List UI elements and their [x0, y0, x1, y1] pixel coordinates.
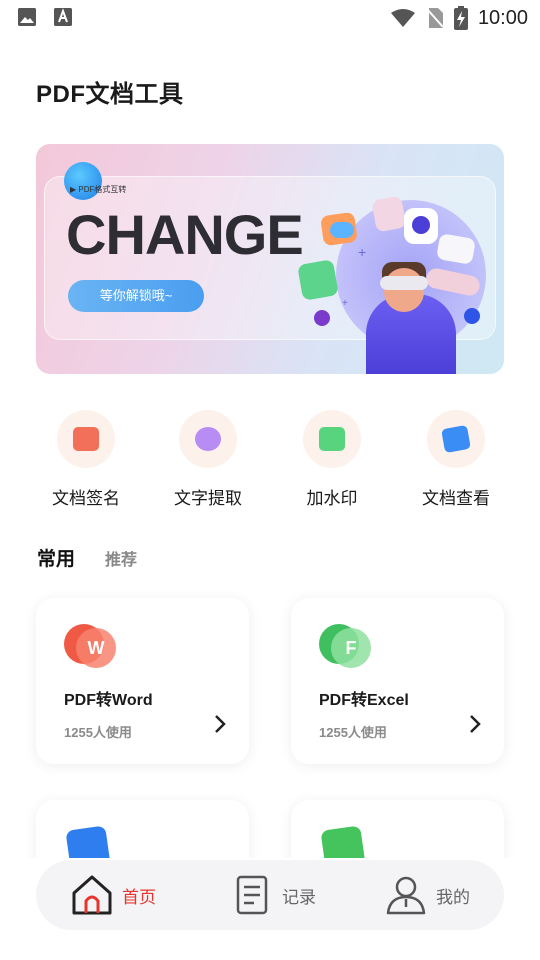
- profile-icon: [384, 873, 428, 917]
- promo-banner[interactable]: ▶ PDF格式互转 CHANGE 等你解锁哦~ + + +: [36, 144, 504, 374]
- nav-label: 记录: [282, 887, 316, 907]
- card-pdf-to-excel[interactable]: F PDF转Excel 1255人使用: [291, 598, 504, 764]
- section-tabs: 常用 推荐: [37, 544, 137, 571]
- microphone-icon: [464, 308, 480, 324]
- tool-label: 加水印: [306, 489, 358, 508]
- nav-records[interactable]: 记录: [230, 860, 316, 930]
- nav-profile[interactable]: 我的: [384, 860, 470, 930]
- tool-text-extract[interactable]: 文字提取: [158, 410, 258, 509]
- card-title: PDF转Word: [64, 692, 153, 709]
- tool-watermark[interactable]: 加水印: [282, 410, 382, 509]
- tool-label: 文档查看: [422, 489, 490, 508]
- text-extract-glyph: [195, 427, 221, 451]
- text-input-icon: [54, 8, 72, 26]
- app-title: PDF文档工具: [36, 81, 184, 108]
- battery-charging-icon: [453, 6, 468, 30]
- sparkle-icon: +: [342, 298, 348, 309]
- card-usage: 1255人使用: [64, 725, 132, 740]
- tool-document-view[interactable]: 文档查看: [406, 410, 506, 509]
- no-sim-icon: [426, 8, 444, 28]
- card-title: PDF转Excel: [319, 692, 409, 709]
- quick-tools: 文档签名 文字提取 加水印 文档查看: [36, 410, 504, 510]
- play-icon: [412, 216, 430, 234]
- chevron-right-icon[interactable]: [213, 714, 227, 740]
- nav-home[interactable]: 首页: [70, 860, 156, 930]
- bottom-nav: 首页 记录 我的: [36, 860, 504, 930]
- banner-headline: CHANGE: [66, 203, 304, 266]
- vr-glasses: [380, 276, 428, 290]
- word-icon: W: [64, 624, 116, 668]
- signature-icon: [57, 410, 115, 468]
- banner-tag: ▶ PDF格式互转: [70, 185, 127, 194]
- tool-label: 文档签名: [52, 489, 120, 508]
- document-view-glyph: [441, 424, 471, 454]
- character-head: [384, 268, 424, 312]
- wifi-icon: [390, 9, 415, 27]
- text-extract-icon: [179, 410, 237, 468]
- signature-glyph: [73, 427, 99, 451]
- status-bar: 10:00: [0, 0, 540, 36]
- cloud-icon: [330, 222, 354, 238]
- tab-recommended[interactable]: 推荐: [105, 546, 137, 570]
- microphone-icon: [314, 310, 330, 326]
- card-pdf-to-word[interactable]: W PDF转Word 1255人使用: [36, 598, 249, 764]
- tool-label: 文字提取: [174, 489, 242, 508]
- excel-icon-letter: F: [331, 628, 371, 668]
- record-icon: [230, 873, 274, 917]
- nav-label: 我的: [436, 887, 470, 907]
- document-view-icon: [427, 410, 485, 468]
- chat-bubble-icon: [297, 259, 339, 301]
- clock: 10:00: [477, 6, 528, 29]
- sparkle-icon: +: [358, 244, 367, 260]
- word-icon-letter: W: [76, 628, 116, 668]
- tool-document-signature[interactable]: 文档签名: [36, 410, 136, 509]
- watermark-icon: [303, 410, 361, 468]
- excel-icon: F: [319, 624, 371, 668]
- card-usage: 1255人使用: [319, 725, 387, 740]
- image-card-icon: [371, 195, 407, 233]
- watermark-glyph: [319, 427, 345, 451]
- image-icon: [18, 8, 36, 26]
- banner-unlock-button[interactable]: 等你解锁哦~: [68, 280, 204, 312]
- chevron-right-icon[interactable]: [468, 714, 482, 740]
- tab-common[interactable]: 常用: [37, 544, 75, 571]
- home-icon: [70, 873, 114, 917]
- nav-label: 首页: [122, 887, 156, 907]
